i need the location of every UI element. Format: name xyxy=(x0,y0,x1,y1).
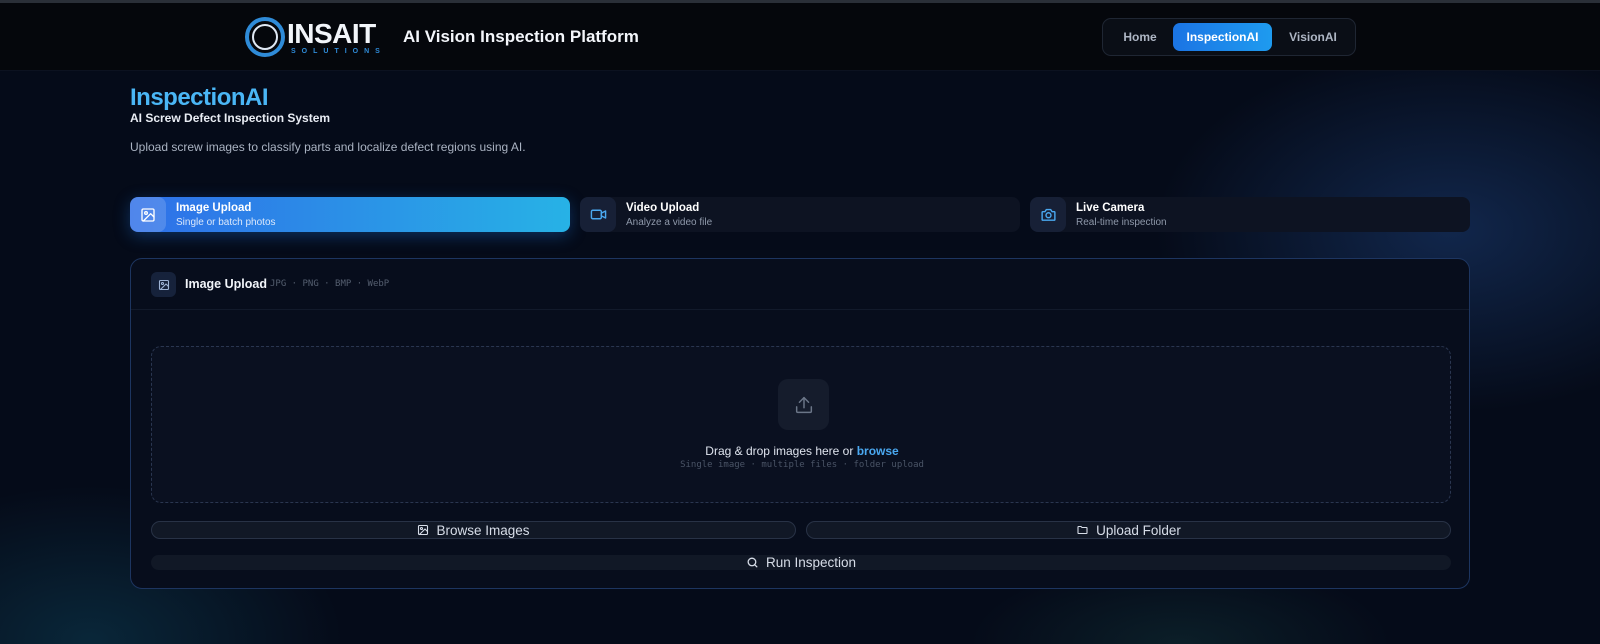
panel-header: Image Upload JPG · PNG · BMP · WebP xyxy=(131,259,1469,310)
page-description: Upload screw images to classify parts an… xyxy=(130,140,526,154)
image-upload-panel: Image Upload JPG · PNG · BMP · WebP Drag… xyxy=(130,258,1470,589)
video-icon xyxy=(580,197,616,232)
dropzone-text: Drag & drop images here or browse xyxy=(152,444,1452,458)
mode-subtitle: Real-time inspection xyxy=(1076,217,1167,228)
nav-inspectionai[interactable]: InspectionAI xyxy=(1173,23,1272,51)
mode-title: Image Upload xyxy=(176,202,252,214)
mode-tab-video-upload[interactable]: Video Upload Analyze a video file xyxy=(580,197,1020,232)
run-inspection-button[interactable]: Run Inspection xyxy=(151,555,1451,570)
main-nav: Home InspectionAI VisionAI xyxy=(1102,18,1356,56)
image-icon xyxy=(130,197,166,232)
upload-folder-button[interactable]: Upload Folder xyxy=(806,521,1451,539)
top-navbar: INSAIT SOLUTIONS AI Vision Inspection Pl… xyxy=(0,3,1600,71)
insait-logo[interactable]: INSAIT SOLUTIONS xyxy=(245,16,391,60)
mode-title: Live Camera xyxy=(1076,202,1145,214)
browse-images-button[interactable]: Browse Images xyxy=(151,521,796,539)
image-dropzone[interactable]: Drag & drop images here or browse Single… xyxy=(151,346,1451,503)
upload-icon xyxy=(778,379,829,430)
app-title: AI Vision Inspection Platform xyxy=(403,27,639,46)
browse-link[interactable]: browse xyxy=(857,444,899,458)
panel-title: Image Upload xyxy=(185,277,267,291)
nav-home[interactable]: Home xyxy=(1109,23,1171,51)
dropzone-hint: Single image · multiple files · folder u… xyxy=(680,460,924,470)
supported-formats: JPG · PNG · BMP · WebP xyxy=(270,279,390,289)
upload-folder-label: Upload Folder xyxy=(1096,522,1181,538)
logo-subtitle: SOLUTIONS xyxy=(291,48,386,55)
page-subtitle: AI Screw Defect Inspection System xyxy=(130,111,331,125)
mode-tab-image-upload[interactable]: Image Upload Single or batch photos xyxy=(130,197,570,232)
page-title: InspectionAI xyxy=(130,84,269,111)
mode-subtitle: Analyze a video file xyxy=(626,217,713,228)
logo-wordmark: INSAIT xyxy=(287,18,376,49)
dropzone-instruction: Drag & drop images here or xyxy=(705,444,857,458)
camera-icon xyxy=(1030,197,1066,232)
search-icon xyxy=(746,556,759,569)
mode-title: Video Upload xyxy=(626,202,700,214)
mode-subtitle: Single or batch photos xyxy=(176,217,276,228)
mode-tab-live-camera[interactable]: Live Camera Real-time inspection xyxy=(1030,197,1470,232)
logo-mark-icon xyxy=(245,17,285,57)
nav-visionai[interactable]: VisionAI xyxy=(1275,23,1351,51)
image-icon xyxy=(417,524,429,536)
browse-images-label: Browse Images xyxy=(436,522,530,538)
image-icon xyxy=(151,272,176,297)
folder-icon xyxy=(1076,524,1089,536)
run-inspection-label: Run Inspection xyxy=(765,555,857,570)
